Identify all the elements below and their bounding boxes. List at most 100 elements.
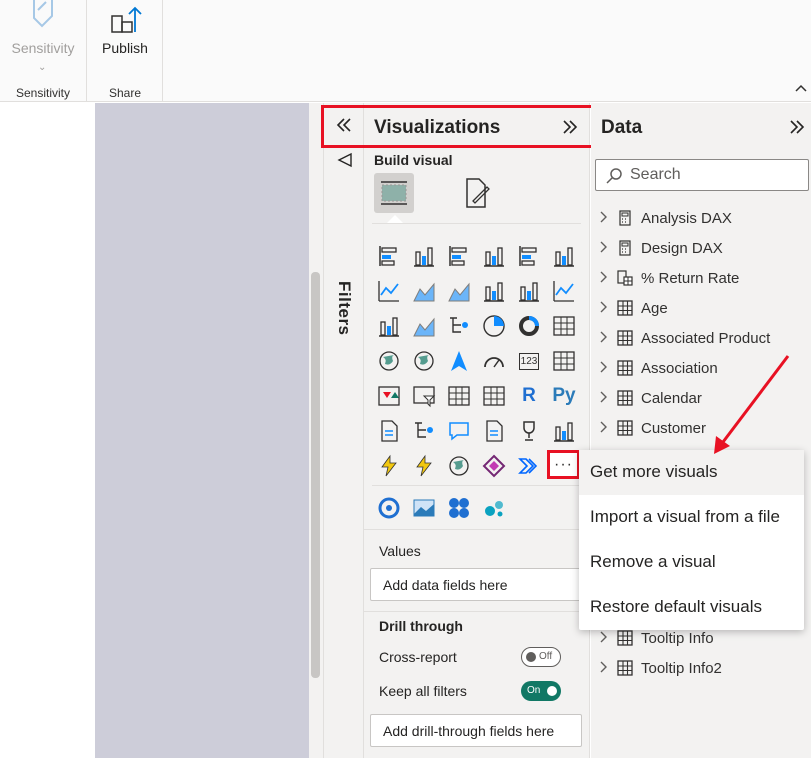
toggle-knob <box>526 652 536 662</box>
expand-data-icon[interactable] <box>787 117 807 142</box>
line-chart-icon[interactable] <box>376 278 402 304</box>
table-row[interactable]: Tooltip Info2 <box>599 656 722 680</box>
sensitivity-button[interactable]: Sensitivity <box>0 40 86 56</box>
100-stacked-column-chart-icon[interactable] <box>551 243 577 269</box>
area-chart-icon[interactable] <box>411 278 437 304</box>
stacked-area-chart-icon[interactable] <box>446 278 472 304</box>
powerapps-visual-icon[interactable] <box>481 453 507 479</box>
table-row[interactable]: Associated Product <box>599 326 770 350</box>
kpi-icon[interactable] <box>376 383 402 409</box>
table-name: Age <box>641 299 668 317</box>
search-input[interactable]: Search <box>595 159 809 191</box>
table-row[interactable]: % Return Rate <box>599 266 739 290</box>
format-visual-tab[interactable] <box>456 173 496 213</box>
matrix-icon[interactable] <box>481 383 507 409</box>
drill-through-well[interactable]: Add drill-through fields here <box>370 714 582 747</box>
table-icon <box>617 630 633 646</box>
table-name: % Return Rate <box>641 269 740 287</box>
python-visual-icon[interactable]: Py <box>551 383 577 409</box>
filters-label[interactable]: Filters <box>334 281 354 336</box>
chevron-right-icon[interactable] <box>599 331 611 346</box>
donut-chart-icon[interactable] <box>516 313 542 339</box>
line-and-stacked-column-chart-icon[interactable] <box>481 278 507 304</box>
table-row[interactable]: Analysis DAX <box>599 206 732 230</box>
stacked-bar-chart-icon[interactable] <box>376 243 402 269</box>
build-visual-tab[interactable] <box>374 173 414 213</box>
clustered-column-chart-icon[interactable] <box>481 243 507 269</box>
chevron-right-icon[interactable] <box>599 361 611 376</box>
power-automate-icon[interactable] <box>411 453 437 479</box>
treemap-icon[interactable] <box>551 313 577 339</box>
custom-visual-1-icon[interactable] <box>376 495 402 521</box>
divider <box>372 223 581 224</box>
filters-pane[interactable]: Filters <box>323 103 364 758</box>
funnel-chart-icon[interactable] <box>411 313 437 339</box>
filled-map-icon[interactable] <box>411 348 437 374</box>
r-script-visual-icon[interactable]: R <box>516 383 542 409</box>
custom-visual-4-icon[interactable] <box>481 495 507 521</box>
power-apps-icon[interactable] <box>376 453 402 479</box>
table-row[interactable]: Age <box>599 296 668 320</box>
stacked-column-chart-icon[interactable] <box>411 243 437 269</box>
power-automate-visual-icon[interactable] <box>516 453 542 479</box>
gauge-icon[interactable] <box>481 348 507 374</box>
cross-report-label: Cross-report <box>379 649 457 665</box>
calculator-table-icon <box>617 270 633 286</box>
chevron-right-icon[interactable] <box>599 391 611 406</box>
table-icon <box>617 360 633 376</box>
chevron-right-icon[interactable] <box>599 211 611 226</box>
search-placeholder: Search <box>630 166 681 183</box>
custom-visual-2-icon[interactable] <box>411 495 437 521</box>
custom-visual-3-icon[interactable] <box>446 495 472 521</box>
report-canvas[interactable] <box>95 103 309 758</box>
100-stacked-bar-chart-icon[interactable] <box>516 243 542 269</box>
table-row[interactable]: Customer <box>599 416 706 440</box>
chevron-right-icon[interactable] <box>599 241 611 256</box>
scatter-chart-icon[interactable] <box>446 313 472 339</box>
key-influencers-icon[interactable] <box>376 418 402 444</box>
chevron-right-icon[interactable] <box>599 631 611 646</box>
menu-item-remove-visual[interactable]: Remove a visual <box>579 540 804 585</box>
build-visual-label: Build visual <box>374 152 453 168</box>
qa-icon[interactable] <box>446 418 472 444</box>
pie-chart-icon[interactable] <box>481 313 507 339</box>
multi-row-card-icon[interactable] <box>551 348 577 374</box>
decomposition-tree-icon[interactable] <box>411 418 437 444</box>
keep-filters-toggle[interactable]: On <box>521 681 561 701</box>
annotation-arrow <box>714 355 790 454</box>
values-well[interactable]: Add data fields here <box>370 568 582 601</box>
chevron-right-icon[interactable] <box>599 271 611 286</box>
arcgis-map-icon[interactable] <box>446 453 472 479</box>
line-and-clustered-column-chart-icon[interactable] <box>516 278 542 304</box>
chevron-right-icon[interactable] <box>599 661 611 676</box>
slicer-icon[interactable] <box>411 383 437 409</box>
map-icon[interactable] <box>376 348 402 374</box>
chevron-right-icon[interactable] <box>599 421 611 436</box>
smart-narrative-icon[interactable] <box>481 418 507 444</box>
table-icon[interactable] <box>446 383 472 409</box>
azure-map-icon[interactable] <box>446 348 472 374</box>
publish-icon[interactable] <box>110 2 142 34</box>
collapse-ribbon-icon[interactable] <box>795 84 807 95</box>
metrics-icon[interactable] <box>516 418 542 444</box>
clustered-bar-chart-icon[interactable] <box>446 243 472 269</box>
divider <box>364 529 589 530</box>
publish-button[interactable]: Publish <box>88 40 162 56</box>
chevron-right-icon[interactable] <box>599 301 611 316</box>
table-row[interactable]: Design DAX <box>599 236 723 260</box>
divider <box>372 485 581 486</box>
menu-item-import-visual[interactable]: Import a visual from a file <box>579 495 804 540</box>
cross-report-toggle[interactable]: Off <box>521 647 561 667</box>
ribbon: Sensitivity ⌄ Sensitivity Publish Share <box>0 0 811 102</box>
table-row[interactable]: Calendar <box>599 386 702 410</box>
canvas-scroll-thumb[interactable] <box>311 272 320 678</box>
card-icon[interactable]: 123 <box>516 348 542 374</box>
share-group: Publish Share <box>88 0 163 102</box>
waterfall-chart-icon[interactable] <box>376 313 402 339</box>
ribbon-chart-icon[interactable] <box>551 278 577 304</box>
sensitivity-icon[interactable] <box>28 0 58 30</box>
paginated-report-icon[interactable] <box>551 418 577 444</box>
menu-item-restore-default-visuals[interactable]: Restore default visuals <box>579 585 804 630</box>
more-visuals-button[interactable]: ··· <box>547 450 580 479</box>
search-icon <box>606 167 623 189</box>
